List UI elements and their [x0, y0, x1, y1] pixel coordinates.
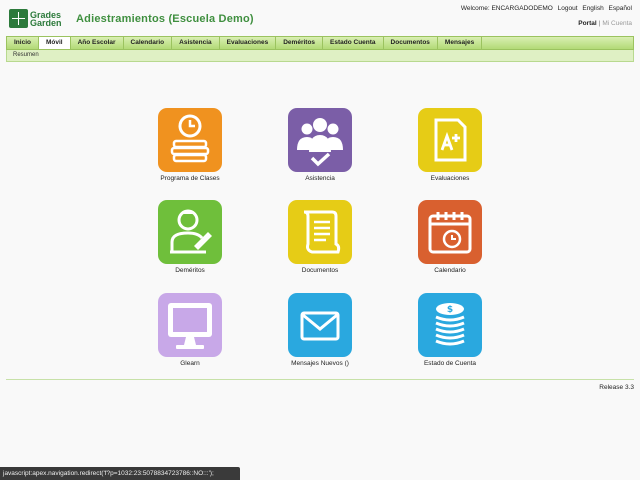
envelope-icon: [288, 293, 352, 357]
logo-text-line2: Garden: [30, 17, 62, 28]
tile-label: Calendario: [434, 267, 466, 274]
scroll-icon: [288, 200, 352, 264]
portal-link[interactable]: Portal: [578, 20, 596, 27]
top-links: Welcome: ENCARGADODEMO Logout English Es…: [458, 5, 632, 12]
portal-separator: |: [598, 20, 601, 27]
browser-status-bar: javascript:apex.navigation.redirect('f?p…: [0, 467, 240, 480]
tile-label: Deméritos: [175, 267, 205, 274]
tile-label: Mensajes Nuevos (): [291, 360, 349, 367]
tab-movil[interactable]: Móvil: [38, 37, 71, 49]
tab-evaluaciones[interactable]: Evaluaciones: [220, 37, 277, 49]
svg-text:$: $: [447, 305, 453, 315]
student-writing-icon: [158, 200, 222, 264]
welcome-text: Welcome: ENCARGADODEMO: [460, 5, 553, 12]
tab-estado-cuenta[interactable]: Estado Cuenta: [323, 37, 384, 49]
tab-asistencia[interactable]: Asistencia: [172, 37, 220, 49]
espanol-link[interactable]: Español: [609, 5, 633, 12]
tile-label: Estado de Cuenta: [423, 360, 477, 367]
logo-grid-icon: [9, 9, 28, 28]
main-nav: Inicio Móvil Año Escolar Calendario Asis…: [6, 36, 634, 50]
english-link[interactable]: English: [582, 5, 603, 12]
subnav: Resumen: [6, 50, 634, 62]
tile-label: Glearn: [180, 360, 200, 367]
mi-cuenta-link[interactable]: Mi Cuenta: [602, 20, 632, 27]
release-version: Release 3.3: [599, 384, 634, 391]
tile-label: Programa de Clases: [160, 175, 220, 182]
grades-garden-logo[interactable]: Grades Garden: [9, 9, 65, 28]
logout-link[interactable]: Logout: [558, 5, 578, 12]
portal-links: Portal | Mi Cuenta: [578, 20, 632, 27]
tab-calendario[interactable]: Calendario: [124, 37, 173, 49]
grade-document-icon: [418, 108, 482, 172]
tile-label: Evaluaciones: [430, 175, 470, 182]
schedule-icon: [158, 108, 222, 172]
subnav-resumen[interactable]: Resumen: [13, 52, 39, 58]
monitor-icon: [158, 293, 222, 357]
tab-mensajes[interactable]: Mensajes: [438, 37, 483, 49]
page-title: Adiestramientos (Escuela Demo): [76, 13, 254, 25]
header: Grades Garden Adiestramientos (Escuela D…: [0, 0, 640, 34]
coins-icon: $: [418, 293, 482, 357]
calendar-icon: [418, 200, 482, 264]
tile-label: Documentos: [301, 267, 339, 274]
tab-demeritos[interactable]: Deméritos: [276, 37, 324, 49]
tab-inicio[interactable]: Inicio: [7, 37, 39, 49]
tab-ano-escolar[interactable]: Año Escolar: [71, 37, 124, 49]
footer-divider: [6, 379, 634, 380]
tile-label: Asistencia: [305, 175, 335, 182]
attendance-icon: [288, 108, 352, 172]
tab-documentos[interactable]: Documentos: [384, 37, 438, 49]
